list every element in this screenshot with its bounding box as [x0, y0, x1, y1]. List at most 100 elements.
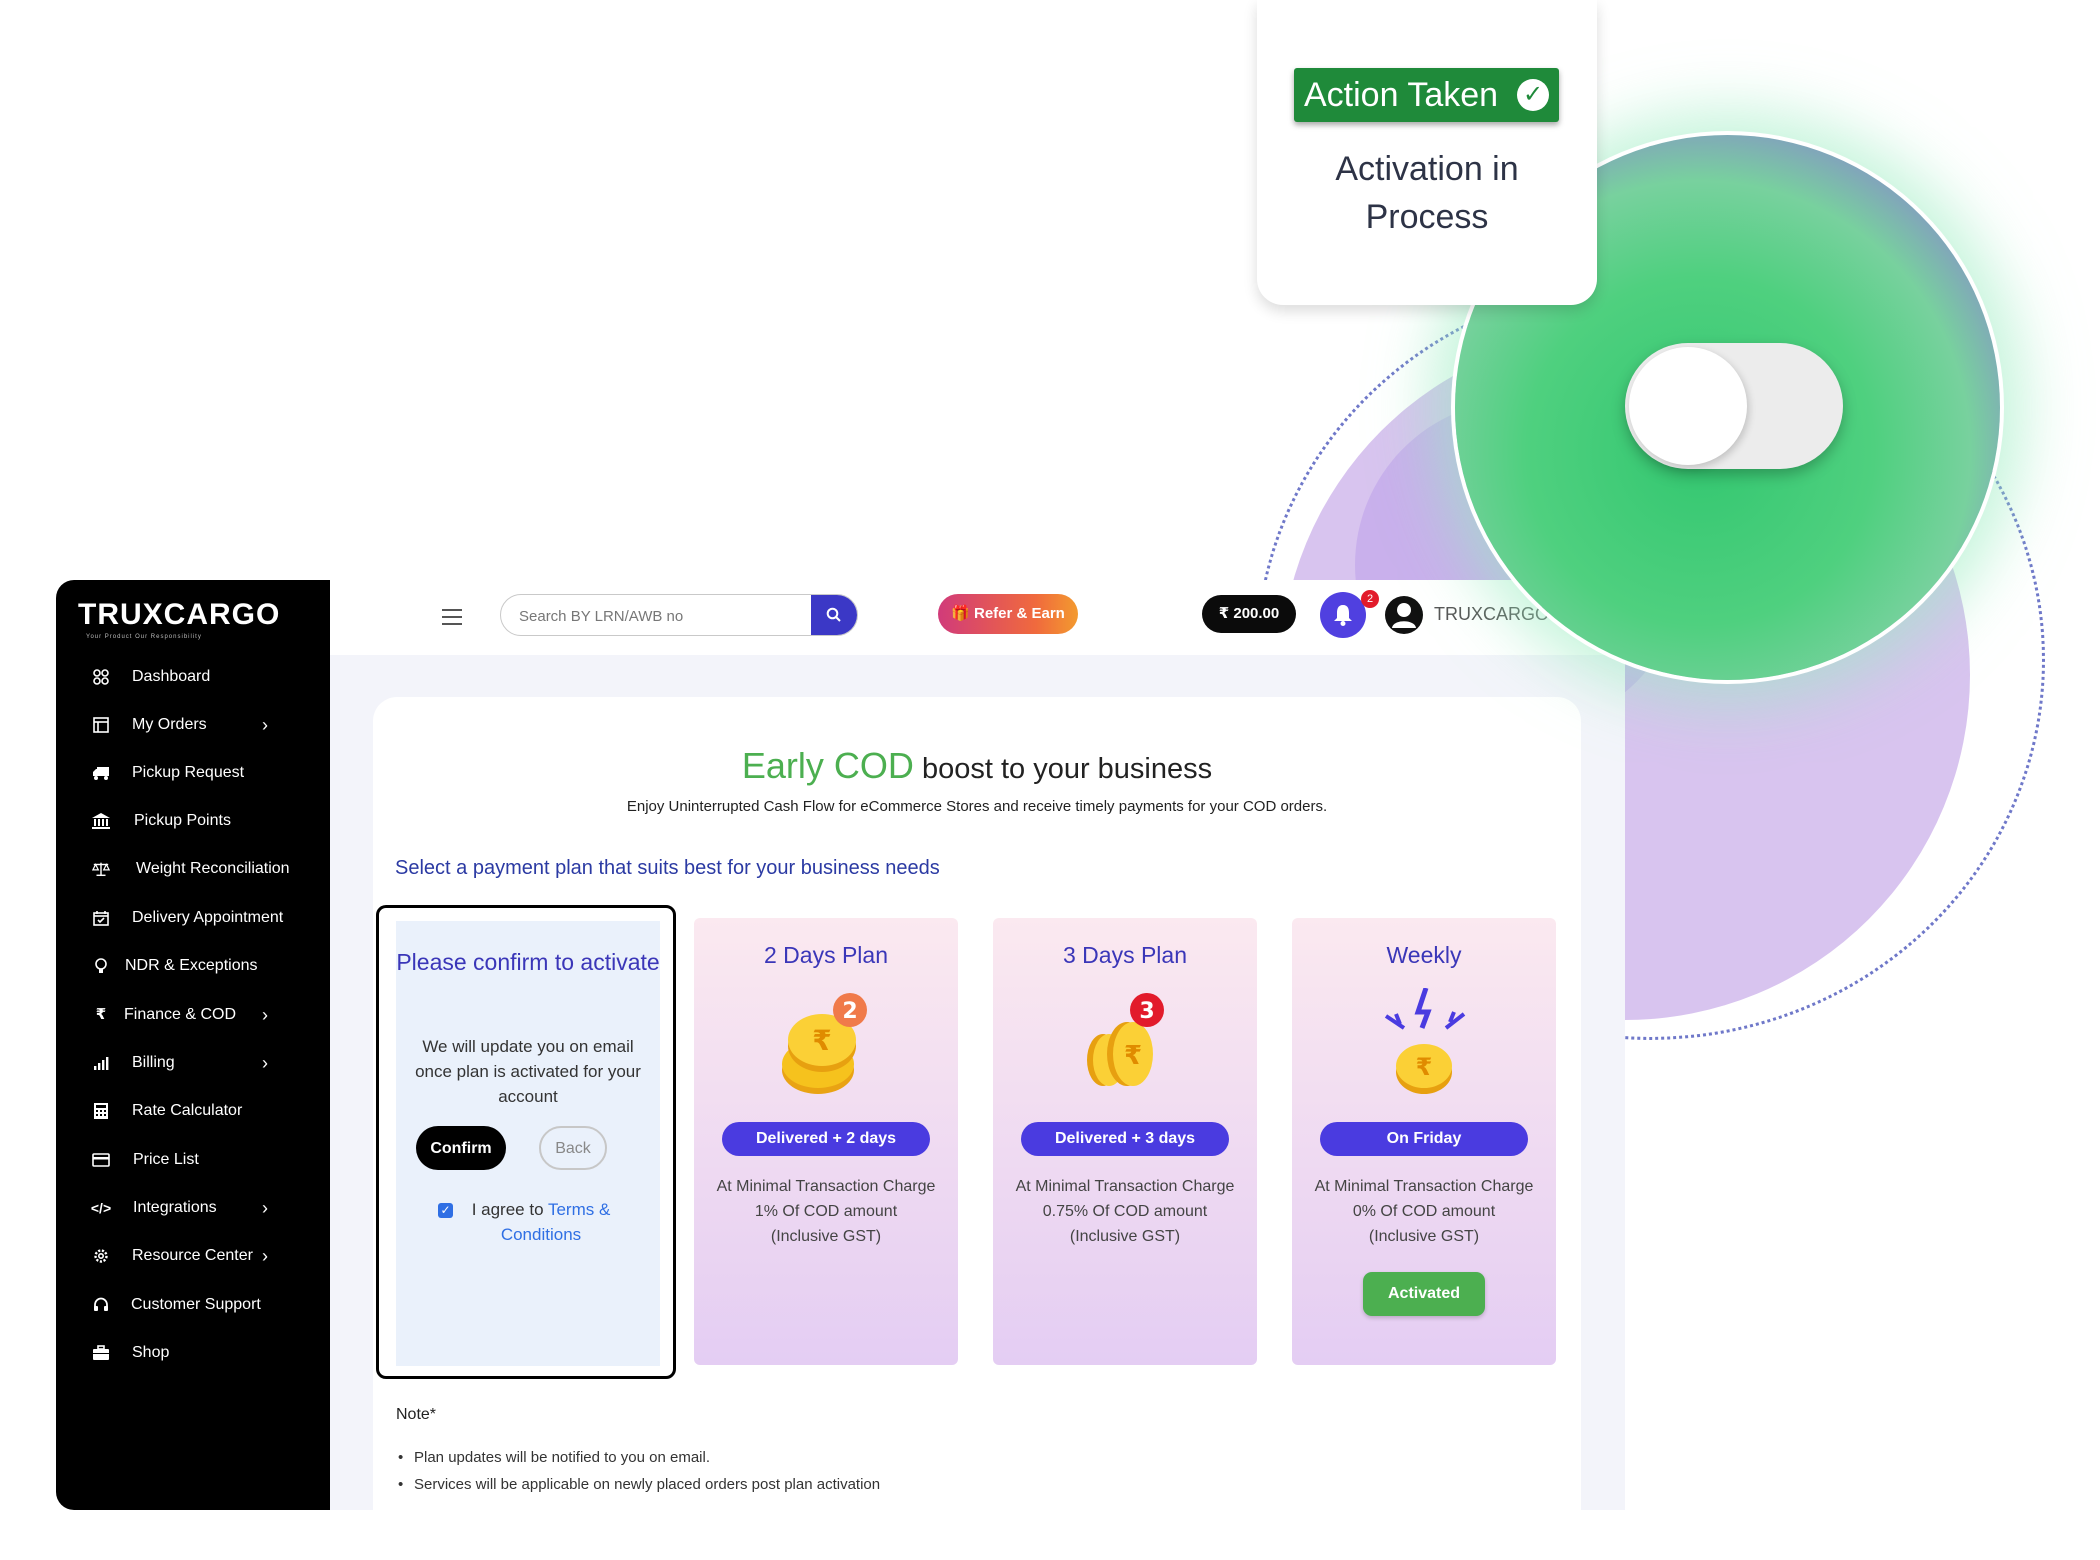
activation-status-card: Action Taken ✓ Activation in Process — [1257, 0, 1597, 305]
page-title: Early COD boost to your business — [373, 745, 1581, 787]
headset-icon — [92, 1296, 110, 1314]
hamburger-menu-icon[interactable] — [442, 608, 464, 626]
action-taken-label: Action Taken — [1304, 76, 1499, 114]
wallet-balance[interactable]: ₹ 200.00 — [1202, 595, 1296, 633]
confirm-card-body: Please confirm to activate We will updat… — [396, 921, 660, 1366]
search-button[interactable] — [811, 595, 857, 635]
credit-card-icon — [92, 1151, 110, 1169]
plan-desc-line: (Inclusive GST) — [770, 1228, 882, 1245]
plan-desc-line: 0.75% Of COD amount — [1042, 1203, 1208, 1220]
confirm-message: We will update you on email once plan is… — [415, 1037, 641, 1106]
sidebar-item-label: Pickup Points — [134, 812, 231, 829]
scale-icon — [92, 860, 110, 878]
sidebar-item-pickup-points[interactable]: Pickup Points — [92, 806, 312, 836]
plan-desc-line: (Inclusive GST) — [1069, 1228, 1181, 1245]
coins-icon: ₹ 2 — [782, 993, 867, 1094]
calculator-icon — [92, 1102, 110, 1120]
sidebar-item-label: Resource Center — [132, 1247, 253, 1264]
activation-toggle[interactable] — [1625, 343, 1843, 469]
action-taken-badge: Action Taken ✓ — [1294, 68, 1559, 122]
username[interactable]: TRUXCARGO — [1434, 604, 1549, 625]
plan-delivery-pill: Delivered + 2 days — [722, 1122, 930, 1156]
plan-delivery-pill: On Friday — [1320, 1122, 1528, 1156]
svg-text:₹: ₹ — [1124, 1041, 1142, 1071]
coins-icon: ₹ 3 — [1087, 993, 1164, 1086]
sidebar-item-resource-center[interactable]: Resource Center › — [92, 1241, 312, 1271]
plan-title: 2 Days Plan — [763, 942, 888, 968]
sidebar-item-label: Dashboard — [132, 668, 211, 685]
rupee-icon: ₹ — [95, 1006, 107, 1023]
confirm-title: Please confirm to activate — [396, 949, 660, 975]
plan-card-3-days[interactable]: 3 Days Plan ₹ 3 Delivered + 3 days At Mi… — [993, 918, 1257, 1365]
top-bar: 🎁 Refer & Earn ₹ 200.00 2 TRUXCARGO — [330, 580, 1625, 655]
plan-desc-line: (Inclusive GST) — [1368, 1228, 1480, 1245]
sidebar-item-shop[interactable]: Shop — [92, 1338, 312, 1368]
orders-icon — [92, 716, 110, 734]
plan-card-2-days[interactable]: 2 Days Plan ₹ 2 Delivered + 2 days At Mi… — [694, 918, 958, 1365]
sidebar-item-price-list[interactable]: Price List — [92, 1145, 312, 1175]
calendar-check-icon — [92, 909, 110, 927]
plan-badge: 3 — [1139, 999, 1154, 1024]
code-icon: </> — [90, 1200, 112, 1216]
chevron-right-icon: › — [262, 1053, 268, 1073]
sidebar-item-rate-calculator[interactable]: Rate Calculator — [92, 1096, 312, 1126]
sidebar-item-my-orders[interactable]: My Orders › — [92, 710, 312, 740]
sidebar-item-label: Integrations — [133, 1199, 217, 1216]
back-button[interactable]: Back — [539, 1126, 607, 1170]
sidebar-item-label: Price List — [133, 1151, 199, 1168]
sidebar-item-label: NDR & Exceptions — [125, 957, 258, 974]
note-title: Note* — [396, 1406, 437, 1423]
sidebar-item-billing[interactable]: Billing › — [92, 1048, 312, 1078]
sidebar-item-integrations[interactable]: </> Integrations › — [90, 1193, 312, 1223]
bank-icon — [92, 812, 110, 830]
activation-status-text: Activation in Process — [1257, 145, 1597, 241]
truxcargo-logo[interactable]: TRUXCARGO — [78, 598, 280, 632]
truck-icon — [92, 764, 110, 782]
terms-agreement: I agree to Terms & Conditions — [456, 1197, 626, 1247]
bulb-icon — [92, 957, 110, 975]
refer-earn-button[interactable]: 🎁 Refer & Earn — [938, 594, 1078, 634]
notification-count-badge: 2 — [1361, 590, 1379, 608]
sidebar-item-label: My Orders — [132, 716, 207, 733]
bar-chart-icon — [92, 1054, 110, 1072]
notifications-button[interactable] — [1320, 592, 1366, 638]
search-bar — [500, 594, 858, 636]
status-line: Activation in — [1335, 150, 1519, 188]
sidebar-item-delivery-appointment[interactable]: Delivery Appointment — [92, 903, 312, 933]
page-title-highlight: Early COD — [741, 745, 914, 786]
terms-prefix: I agree to — [471, 1200, 544, 1219]
plan-desc-line: 1% Of COD amount — [754, 1203, 898, 1220]
plan-title: Weekly — [1386, 942, 1462, 968]
plan-description: At Minimal Transaction Charge 0% Of COD … — [1292, 1174, 1556, 1249]
status-line: Process — [1365, 198, 1489, 236]
sidebar-item-pickup-request[interactable]: Pickup Request — [92, 758, 312, 788]
sidebar-item-ndr-exceptions[interactable]: NDR & Exceptions — [92, 951, 312, 981]
sidebar-item-dashboard[interactable]: Dashboard — [92, 662, 312, 692]
plan-select-prompt: Select a payment plan that suits best fo… — [395, 857, 940, 879]
sidebar-item-finance-cod[interactable]: ₹ Finance & COD › — [92, 1000, 312, 1030]
search-icon — [826, 607, 841, 622]
note-item: Services will be applicable on newly pla… — [396, 1471, 880, 1498]
chevron-right-icon: › — [262, 1246, 268, 1266]
plan-desc-line: At Minimal Transaction Charge — [1015, 1178, 1235, 1195]
plan-card-weekly[interactable]: Weekly ₹ On Friday At Minimal Transactio… — [1292, 918, 1556, 1365]
sidebar-item-weight-reconciliation[interactable]: Weight Reconciliation — [92, 854, 312, 884]
sidebar-item-customer-support[interactable]: Customer Support — [92, 1290, 312, 1320]
activated-badge: Activated — [1363, 1272, 1485, 1316]
plan-title: 3 Days Plan — [1062, 942, 1187, 968]
plan-description: At Minimal Transaction Charge 1% Of COD … — [694, 1174, 958, 1249]
sidebar-item-label: Finance & COD — [124, 1006, 237, 1023]
gear-icon — [92, 1247, 110, 1265]
page-subtitle: Enjoy Uninterrupted Cash Flow for eComme… — [626, 798, 1328, 815]
confirm-button[interactable]: Confirm — [416, 1126, 506, 1170]
confirm-activation-card: Please confirm to activate We will updat… — [376, 905, 676, 1379]
briefcase-icon — [92, 1344, 110, 1362]
search-input[interactable] — [501, 595, 831, 635]
terms-checkbox[interactable]: ✓ — [438, 1203, 453, 1218]
sidebar-item-label: Weight Reconciliation — [136, 860, 290, 877]
plan-description: At Minimal Transaction Charge 0.75% Of C… — [993, 1174, 1257, 1249]
avatar[interactable] — [1385, 596, 1423, 634]
toggle-knob — [1629, 347, 1747, 465]
page-title-rest: boost to your business — [921, 753, 1213, 785]
plan-desc-line: At Minimal Transaction Charge — [1314, 1178, 1534, 1195]
